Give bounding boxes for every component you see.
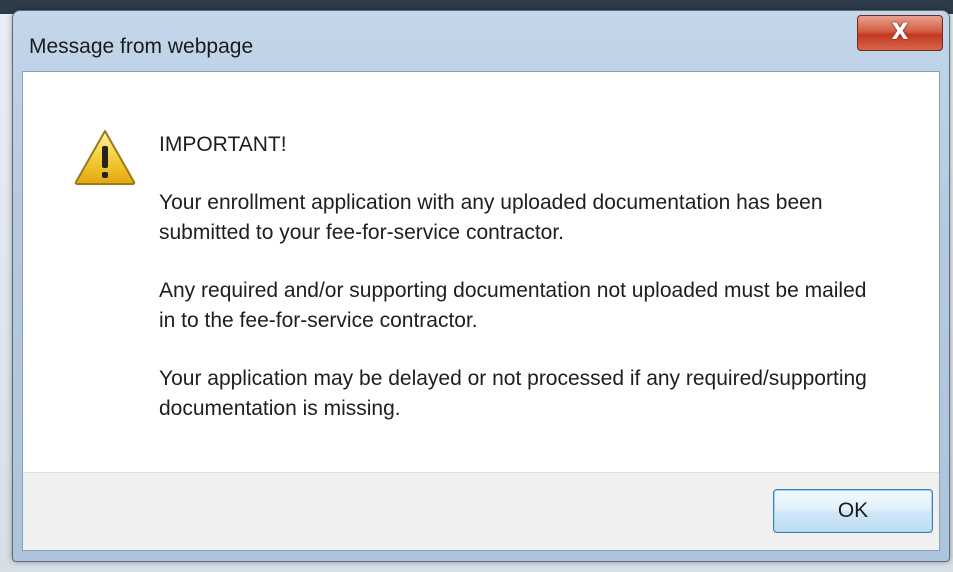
- message-text: IMPORTANT! Your enrollment application w…: [159, 130, 919, 452]
- dialog-title: Message from webpage: [29, 35, 254, 58]
- close-button[interactable]: X: [857, 15, 943, 51]
- dialog-body: IMPORTANT! Your enrollment application w…: [22, 71, 940, 551]
- close-icon: X: [891, 20, 909, 45]
- message-paragraph-3: Your application may be delayed or not p…: [159, 367, 867, 420]
- message-dialog: Message from webpage X IMPORTANT! Your e…: [12, 10, 950, 562]
- message-area: IMPORTANT! Your enrollment application w…: [23, 72, 939, 472]
- message-paragraph-2: Any required and/or supporting documenta…: [159, 279, 867, 332]
- message-heading: IMPORTANT!: [159, 133, 287, 156]
- title-bar[interactable]: Message from webpage X: [13, 11, 949, 73]
- warning-icon: [74, 130, 136, 185]
- message-paragraph-1: Your enrollment application with any upl…: [159, 191, 823, 244]
- button-bar: OK: [23, 472, 939, 550]
- ok-button[interactable]: OK: [773, 489, 933, 533]
